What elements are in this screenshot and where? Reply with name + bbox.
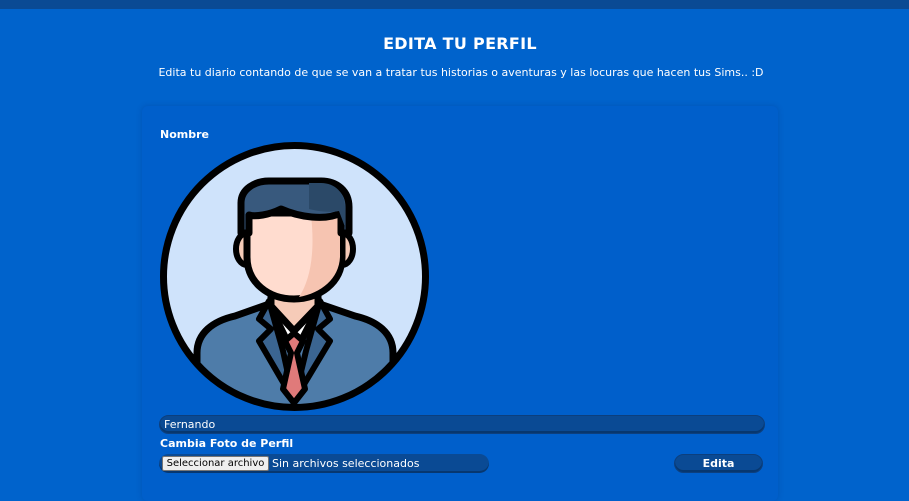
choose-file-button[interactable]: Seleccionar archivo [162, 456, 269, 471]
page-title: EDITA TU PERFIL [383, 34, 537, 53]
user-avatar-icon [159, 141, 430, 412]
page-subtitle: Edita tu diario contando de que se van a… [158, 66, 764, 79]
file-input[interactable]: Seleccionar archivo Sin archivos selecci… [159, 454, 489, 473]
file-status-text: Sin archivos seleccionados [272, 457, 420, 470]
top-bar [0, 0, 909, 9]
name-input[interactable] [159, 415, 765, 434]
edit-submit-button[interactable]: Edita [674, 454, 763, 473]
name-label: Nombre [160, 128, 209, 141]
change-photo-label: Cambia Foto de Perfil [160, 437, 294, 450]
